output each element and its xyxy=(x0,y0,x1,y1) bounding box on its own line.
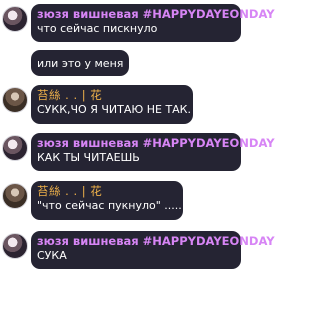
message-bubble[interactable]: 苔絲 . . | 花 СУКК,ЧО Я ЧИТАЮ НЕ ТАК. xyxy=(31,85,193,124)
message-bubble[interactable]: зюзя вишневая #HAPPYDAYEONDAY что сейчас… xyxy=(31,4,275,42)
message-text: СУКА xyxy=(37,249,67,262)
user-avatar[interactable] xyxy=(2,87,28,113)
message-text: КАК ТЫ ЧИТАЕШЬ xyxy=(37,151,140,164)
user-avatar[interactable] xyxy=(2,233,28,259)
user-avatar[interactable] xyxy=(2,183,28,209)
user-avatar[interactable] xyxy=(2,6,28,32)
author-name[interactable]: зюзя вишневая #HAPPYDAYEONDAY xyxy=(37,136,275,150)
user-avatar[interactable] xyxy=(2,135,28,161)
message-text: "что сейчас пукнуло" ..... xyxy=(37,199,182,212)
message-text: или это у меня xyxy=(37,57,124,70)
message-bubble[interactable]: зюзя вишневая #HAPPYDAYEONDAY СУКА xyxy=(31,231,275,269)
author-name[interactable]: зюзя вишневая #HAPPYDAYEONDAY xyxy=(37,234,275,248)
message-bubble[interactable]: 苔絲 . . | 花 "что сейчас пукнуло" ..... xyxy=(31,181,183,220)
message-text: СУКК,ЧО Я ЧИТАЮ НЕ ТАК. xyxy=(37,103,191,116)
author-name[interactable]: 苔絲 . . | 花 xyxy=(37,88,186,102)
message-bubble[interactable]: или это у меня xyxy=(31,50,129,76)
author-name[interactable]: зюзя вишневая #HAPPYDAYEONDAY xyxy=(37,7,275,21)
author-name[interactable]: 苔絲 . . | 花 xyxy=(37,184,176,198)
message-bubble[interactable]: зюзя вишневая #HAPPYDAYEONDAY КАК ТЫ ЧИТ… xyxy=(31,133,275,171)
message-text: что сейчас пискнуло xyxy=(37,22,158,35)
